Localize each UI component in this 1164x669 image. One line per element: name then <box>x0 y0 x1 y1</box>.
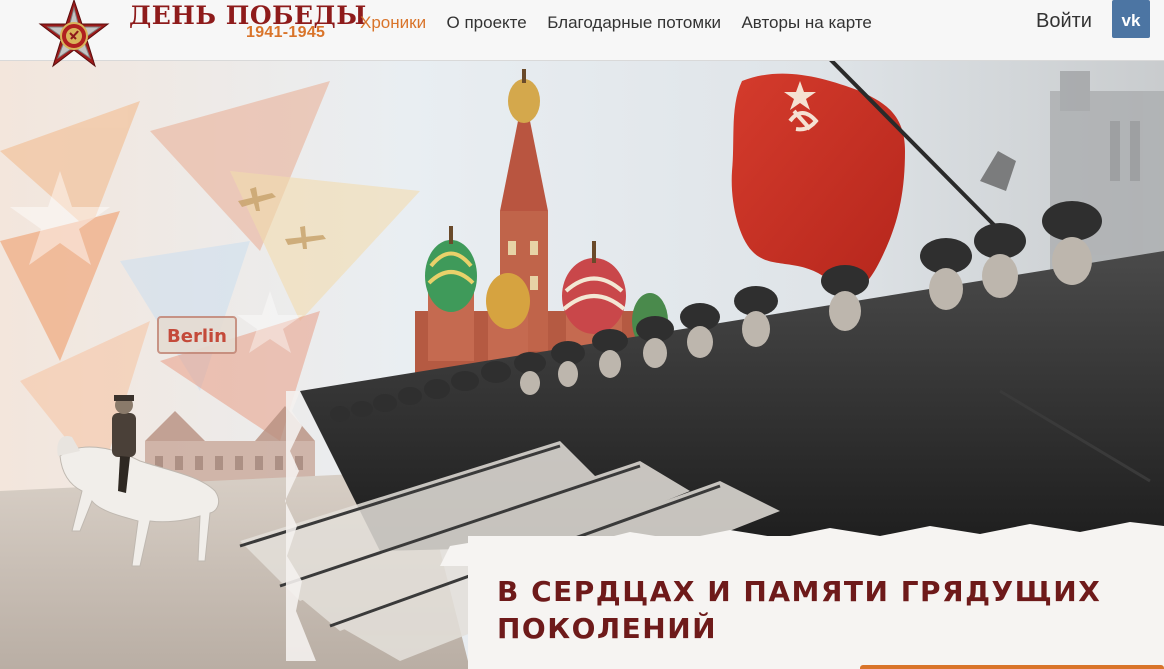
login-link[interactable]: Войти <box>1036 8 1092 34</box>
brand-years: 1941-1945 <box>246 24 326 41</box>
vk-icon-text: vk <box>1122 11 1141 30</box>
nav-item-authors-map[interactable]: Авторы на карте <box>741 12 871 34</box>
nav-item-chronicles[interactable]: Хроники <box>360 12 426 34</box>
hero-banner: Berlin В СЕРДЦАХ И ПАМЯТИ ГРЯДУЩИХ ПОКОЛ… <box>0 61 1164 669</box>
hero-heading: В сердцах и памяти грядущих поколений <box>497 575 1102 645</box>
order-badge-icon[interactable] <box>26 0 122 78</box>
berlin-sign: Berlin <box>157 316 237 354</box>
nav-item-descendants[interactable]: Благодарные потомки <box>547 12 721 34</box>
vk-login-button[interactable]: vk <box>1112 0 1150 38</box>
vk-icon: vk <box>1122 11 1141 30</box>
main-nav: Хроники О проекте Благодарные потомки Ав… <box>360 12 888 36</box>
site-header: ДЕНЬ ПОБЕДЫ 1941-1945 Хроники О проекте … <box>0 0 1164 68</box>
cta-button-edge[interactable] <box>860 665 1164 669</box>
nav-item-about[interactable]: О проекте <box>447 12 527 34</box>
svg-text:Berlin: Berlin <box>167 326 227 347</box>
